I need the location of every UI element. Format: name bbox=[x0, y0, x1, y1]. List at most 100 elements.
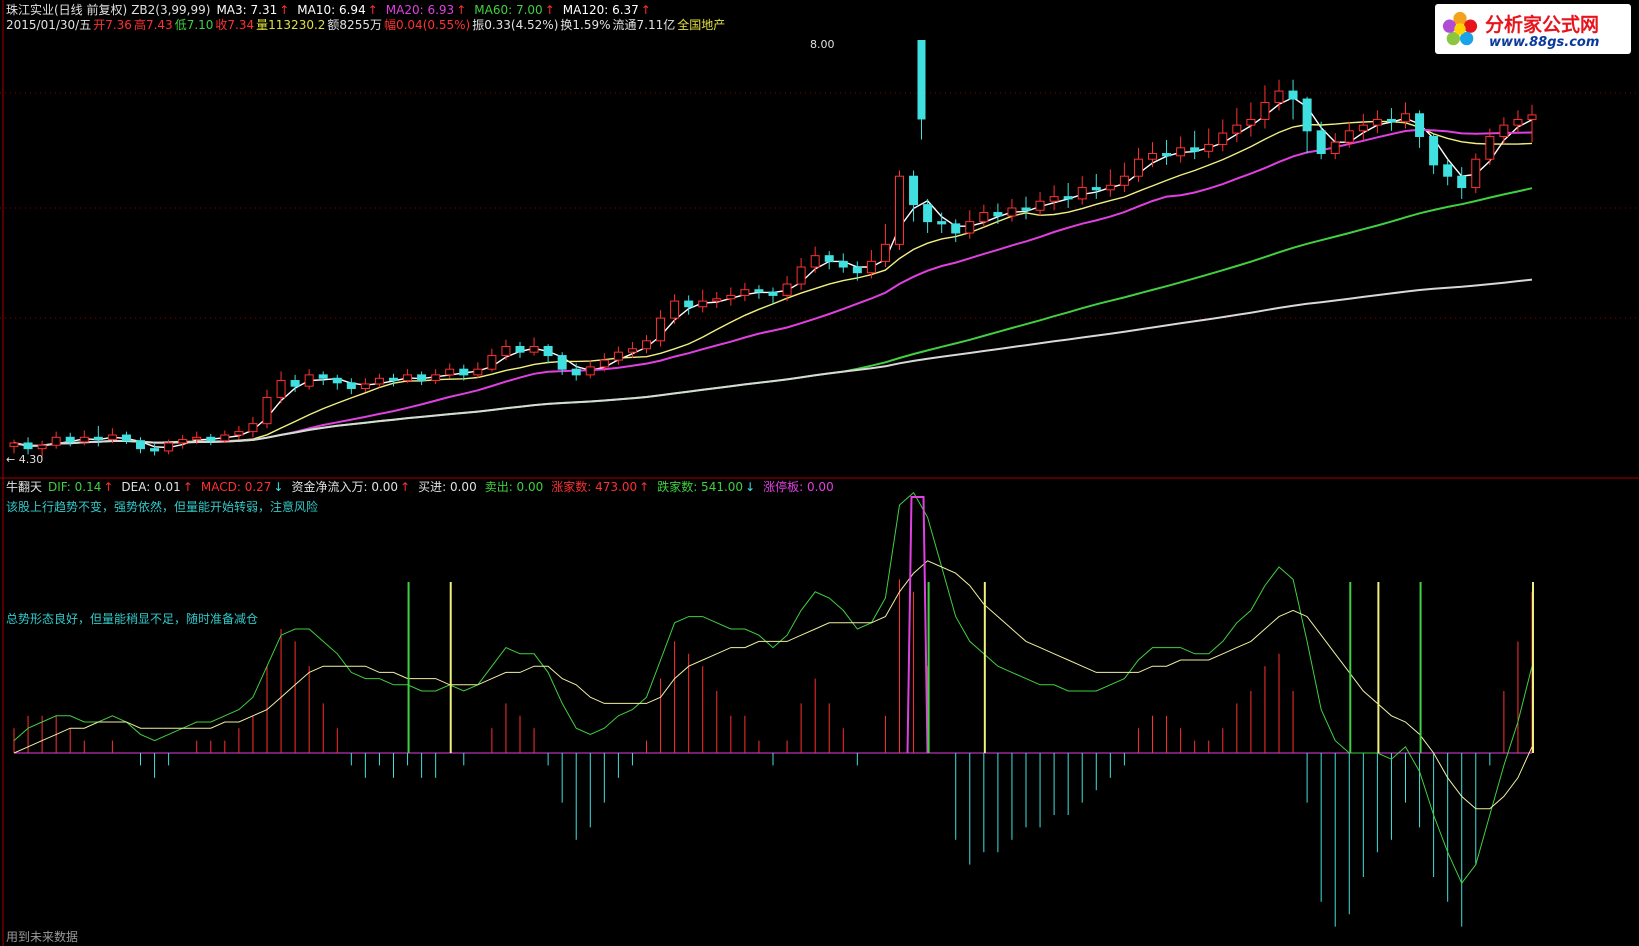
candle-body bbox=[796, 266, 806, 285]
indicator-legend-item: 资金净流入万: 0.00 bbox=[291, 480, 399, 494]
indicator-legend-item: 涨停板: 0.00 bbox=[763, 480, 834, 494]
candle-body bbox=[557, 355, 567, 370]
candle-body bbox=[9, 442, 19, 447]
candle-body bbox=[164, 442, 174, 452]
candle-body bbox=[403, 374, 413, 382]
candle-body bbox=[599, 359, 609, 368]
candle-body bbox=[923, 204, 933, 223]
indicator-note-2: 总势形态良好，但量能稍显不足，随时准备减仓 bbox=[6, 612, 259, 626]
candle-body bbox=[726, 294, 736, 300]
candle-body bbox=[1232, 124, 1242, 134]
flower-icon bbox=[1442, 11, 1478, 46]
up-arrow-icon: ↑ bbox=[456, 3, 467, 17]
candle-body bbox=[360, 383, 370, 389]
candle-body bbox=[262, 397, 272, 425]
quote-amplitude: 振0.33(4.52%) bbox=[472, 18, 559, 32]
candle-body bbox=[712, 298, 722, 302]
candle-body bbox=[585, 366, 595, 376]
candle-body bbox=[23, 442, 33, 450]
moving-average-lines bbox=[13, 96, 1533, 449]
quote-date: 2015/01/30/五 bbox=[6, 18, 92, 32]
candle-body bbox=[754, 289, 764, 293]
candle-body bbox=[1372, 118, 1382, 126]
candle-body bbox=[951, 223, 961, 234]
candle-body bbox=[698, 300, 708, 308]
candle-body bbox=[473, 368, 483, 376]
down-arrow-icon: ↓ bbox=[273, 480, 284, 494]
candle-body bbox=[1204, 143, 1214, 152]
candle-body bbox=[1316, 130, 1326, 155]
candle-body bbox=[248, 423, 258, 433]
candle-body bbox=[290, 380, 300, 387]
candle-body bbox=[1077, 187, 1087, 200]
candle-body bbox=[459, 368, 469, 376]
quote-amount: 额8255万 bbox=[327, 18, 382, 32]
indicator-legend-item: 跌家数: 541.00 bbox=[657, 480, 744, 494]
candle-body bbox=[1162, 153, 1172, 157]
quote-low: 低7.10 bbox=[174, 18, 214, 32]
candle-body bbox=[543, 345, 553, 357]
ma-legend-item: MA120: 6.37 bbox=[562, 3, 639, 17]
candle-body bbox=[684, 300, 694, 308]
candle-body bbox=[37, 444, 47, 450]
up-arrow-icon: ↑ bbox=[103, 480, 114, 494]
candle-body bbox=[782, 283, 792, 296]
chart-header: 珠江实业(日线 前复权) ZB2(3,99,99) MA3: 7.31 ↑ MA10: … bbox=[6, 3, 665, 17]
candle-body bbox=[276, 380, 286, 399]
up-arrow-icon: ↑ bbox=[640, 3, 651, 17]
candle-body bbox=[318, 374, 328, 379]
candle-body bbox=[895, 175, 904, 245]
candle-body bbox=[1443, 164, 1453, 177]
candlesticks bbox=[9, 40, 1537, 457]
candle-body bbox=[1457, 175, 1467, 189]
candle-body bbox=[642, 340, 651, 350]
quote-close: 收7.34 bbox=[215, 18, 255, 32]
candle-body bbox=[374, 377, 384, 385]
candle-body bbox=[1218, 132, 1228, 145]
candle-body bbox=[1288, 90, 1298, 100]
up-arrow-icon: ↑ bbox=[639, 480, 650, 494]
candle-body bbox=[515, 345, 525, 353]
candle-body bbox=[1035, 200, 1045, 211]
candle-body bbox=[1049, 196, 1059, 202]
logo: 分析家公式网 www.88gs.com bbox=[1435, 4, 1631, 54]
logo-name: 分析家公式网 bbox=[1485, 14, 1600, 36]
candle-body bbox=[1401, 113, 1410, 123]
candle-body bbox=[220, 434, 230, 442]
candle-body bbox=[965, 221, 975, 234]
indicator-legend-item: 涨家数: 473.00 bbox=[551, 480, 638, 494]
quote-line: 2015/01/30/五 开7.36 高7.43 低7.10 收7.34 量113230.… bbox=[6, 18, 731, 32]
ma-legend-item: MA10: 6.94 bbox=[297, 3, 366, 17]
candle-body bbox=[1471, 158, 1481, 189]
indicator-panel bbox=[13, 491, 1534, 927]
candle-body bbox=[1119, 175, 1129, 186]
ma-legend-item: MA60: 7.00 bbox=[474, 3, 543, 17]
up-arrow-icon: ↑ bbox=[544, 3, 555, 17]
candle-body bbox=[431, 374, 441, 382]
candle-body bbox=[852, 266, 862, 274]
up-arrow-icon: ↑ bbox=[182, 480, 193, 494]
candle-body bbox=[178, 439, 188, 444]
indicator-legend-item: MACD: 0.27 bbox=[200, 480, 272, 494]
stock-title: 珠江实业(日线 前复权) bbox=[6, 3, 128, 17]
ma-legend-item: MA3: 7.31 bbox=[216, 3, 278, 17]
candle-body bbox=[1148, 153, 1157, 160]
candle-body bbox=[866, 260, 876, 274]
candle-body bbox=[768, 291, 778, 296]
indicator-legend-item: DIF: 0.14 bbox=[48, 480, 102, 494]
quote-sector: 全国地产 bbox=[677, 18, 726, 32]
candle-body bbox=[1176, 147, 1186, 157]
candle-body bbox=[1513, 118, 1523, 126]
candle-body bbox=[1429, 135, 1439, 166]
candle-body bbox=[670, 300, 680, 319]
candle-body bbox=[332, 377, 342, 384]
candle-body bbox=[1485, 135, 1495, 160]
candle-body bbox=[993, 212, 1003, 217]
candle-body bbox=[909, 175, 919, 206]
candle-body bbox=[206, 436, 216, 442]
candle-body bbox=[1499, 124, 1509, 137]
candle-body bbox=[445, 368, 455, 376]
candle-body bbox=[1063, 196, 1073, 200]
candle-body bbox=[1007, 207, 1017, 217]
candle-body bbox=[810, 255, 820, 268]
